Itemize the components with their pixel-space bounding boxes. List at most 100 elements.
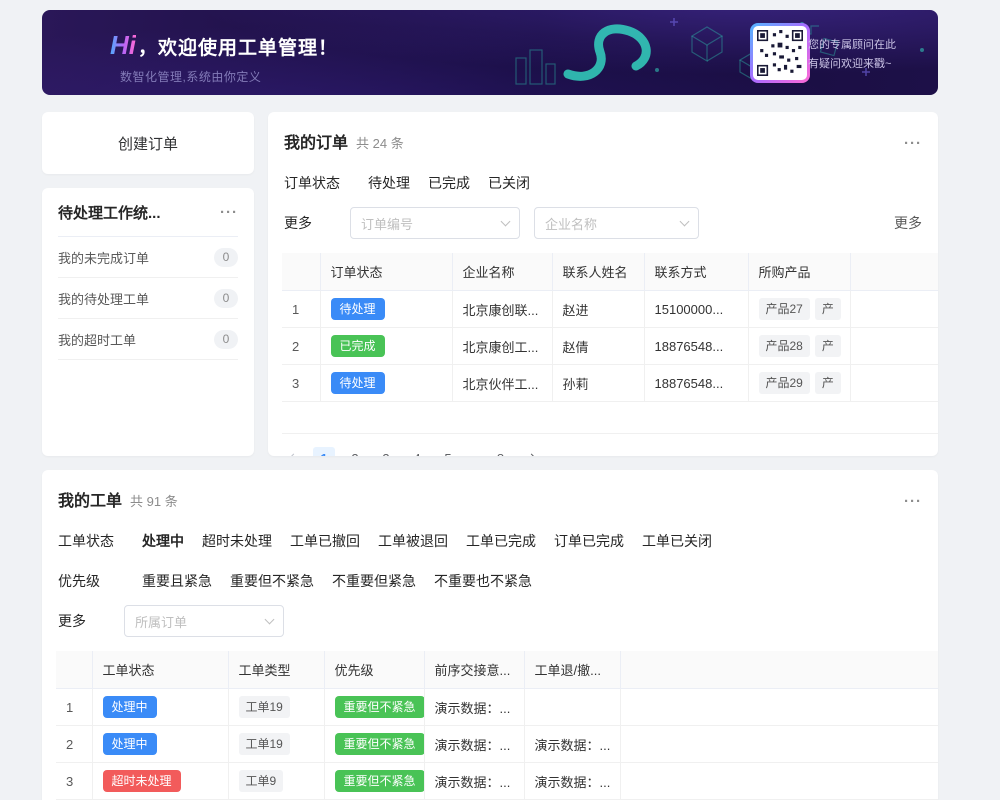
column-header: 企业名称 — [452, 253, 552, 291]
qr-caption: 您的专属顾问在此 有疑问欢迎来戳~ — [808, 36, 904, 73]
welcome-banner: Hi ，欢迎使用工单管理！ 数智化管理,系统由你定义 — [42, 10, 938, 95]
status-badge: 超时未处理 — [103, 770, 181, 792]
stats-item-overtime-tickets[interactable]: 我的超时工单 0 — [58, 319, 238, 360]
priority-option-important-urgent[interactable]: 重要且紧急 — [142, 571, 212, 591]
banner-text: Hi ，欢迎使用工单管理！ 数智化管理,系统由你定义 — [110, 30, 338, 85]
status-badge: 待处理 — [331, 298, 385, 320]
row-index: 1 — [282, 291, 320, 328]
tickets-total-count: 共 91 条 — [130, 491, 178, 510]
status-badge: 已完成 — [331, 335, 385, 357]
return-note-cell: 演示数据：... — [524, 726, 620, 763]
table-filler-row — [282, 402, 938, 434]
order-status-option-closed[interactable]: 已关闭 — [488, 173, 530, 193]
ticket-status-option-ticket-done[interactable]: 工单已完成 — [466, 531, 536, 551]
ticket-status-option-processing[interactable]: 处理中 — [142, 531, 184, 551]
order-row[interactable]: 3 待处理 北京伙伴工... 孙莉 18876548... 产品29产 — [282, 365, 938, 402]
banner-hi: Hi — [110, 30, 136, 61]
company-name-select[interactable]: 企业名称 — [534, 207, 699, 239]
ticket-status-filter-row: 工单状态 处理中 超时未处理 工单已撤回 工单被退回 工单已完成 订单已完成 工… — [58, 531, 922, 551]
tickets-panel-header: 我的工单 共 91 条 ··· — [42, 470, 938, 511]
orders-pagination: 1 2 3 4 5 ••• 8 — [282, 447, 938, 456]
priority-badge: 重要但不紧急 — [335, 770, 425, 792]
column-header: 工单状态 — [92, 651, 228, 689]
order-status-option-done[interactable]: 已完成 — [428, 173, 470, 193]
ticket-status-option-overtime[interactable]: 超时未处理 — [202, 531, 272, 551]
ticket-status-option-returned[interactable]: 工单被退回 — [378, 531, 448, 551]
page-button-5[interactable]: 5 — [437, 447, 459, 456]
page-button-3[interactable]: 3 — [375, 447, 397, 456]
company-cell: 北京伙伴工... — [452, 365, 552, 402]
more-link[interactable]: 更多 — [894, 213, 922, 233]
ticket-status-option-closed[interactable]: 工单已关闭 — [642, 531, 712, 551]
order-row[interactable]: 1 待处理 北京康创联... 赵进 15100000... 产品27产 — [282, 291, 938, 328]
row-index: 3 — [282, 365, 320, 402]
ticket-status-option-withdrawn[interactable]: 工单已撤回 — [290, 531, 360, 551]
column-header: 工单类型 — [228, 651, 324, 689]
phone-cell: 18876548... — [644, 365, 748, 402]
parent-order-select[interactable]: 所属订单 — [124, 605, 284, 637]
company-cell: 北京康创联... — [452, 291, 552, 328]
column-header-index — [56, 651, 92, 689]
count-badge: 0 — [214, 289, 238, 308]
priority-filter-row: 优先级 重要且紧急 重要但不紧急 不重要但紧急 不重要也不紧急 — [58, 571, 922, 591]
ticket-row[interactable]: 3 超时未处理 工单9 重要但不紧急 演示数据：... 演示数据：... — [56, 763, 938, 800]
page-button-4[interactable]: 4 — [406, 447, 428, 456]
column-header: 订单状态 — [320, 253, 452, 291]
column-header: 联系人姓名 — [552, 253, 644, 291]
more-icon[interactable]: ··· — [220, 205, 238, 220]
ticket-row[interactable]: 1 处理中 工单19 重要但不紧急 演示数据：... — [56, 689, 938, 726]
ticket-status-option-order-done[interactable]: 订单已完成 — [554, 531, 624, 551]
product-tag: 产品28 — [759, 335, 810, 357]
contact-cell: 赵进 — [552, 291, 644, 328]
column-header-extra — [620, 651, 938, 689]
order-status-option-pending[interactable]: 待处理 — [368, 173, 410, 193]
column-header: 联系方式 — [644, 253, 748, 291]
order-row[interactable]: 2 已完成 北京康创工... 赵倩 18876548... 产品28产 — [282, 328, 938, 365]
row-index: 2 — [56, 726, 92, 763]
stats-item-pending-tickets[interactable]: 我的待处理工单 0 — [58, 278, 238, 319]
qr-code-image — [753, 26, 807, 80]
order-id-placeholder: 订单编号 — [361, 214, 413, 233]
priority-option-not-important-not-urgent[interactable]: 不重要也不紧急 — [434, 571, 532, 591]
page-button-1[interactable]: 1 — [313, 447, 335, 456]
ticket-row[interactable]: 2 处理中 工单19 重要但不紧急 演示数据：... 演示数据：... — [56, 726, 938, 763]
products-cell: 产品28产 — [748, 328, 850, 365]
phone-cell: 15100000... — [644, 291, 748, 328]
more-icon[interactable]: ··· — [904, 494, 922, 509]
pagination-ellipsis-icon[interactable]: ••• — [468, 453, 480, 456]
stats-card-title: 待处理工作统... — [58, 202, 161, 223]
stats-item-unfinished-orders[interactable]: 我的未完成订单 0 — [58, 237, 238, 278]
more-icon[interactable]: ··· — [904, 136, 922, 151]
column-header: 优先级 — [324, 651, 424, 689]
prev-page-button[interactable] — [282, 447, 304, 456]
more-filters-label: 更多 — [284, 213, 350, 233]
column-header-extra — [850, 253, 938, 291]
orders-panel-header: 我的订单 共 24 条 ··· — [268, 112, 938, 153]
qr-code — [750, 23, 810, 83]
product-tag: 产品27 — [759, 298, 810, 320]
my-tickets-panel: 我的工单 共 91 条 ··· 工单状态 处理中 超时未处理 工单已撤回 工单被… — [42, 470, 938, 800]
tickets-more-filter-row: 更多 所属订单 — [58, 605, 922, 637]
qr-caption-line2: 有疑问欢迎来戳~ — [808, 55, 904, 74]
orders-table-header-row: 订单状态 企业名称 联系人姓名 联系方式 所购产品 — [282, 253, 938, 291]
order-status-filter-row: 订单状态 待处理 已完成 已关闭 — [284, 173, 922, 193]
stats-item-label: 我的待处理工单 — [58, 289, 149, 308]
chevron-right-icon — [527, 453, 537, 456]
chevron-down-icon — [680, 216, 690, 226]
priority-option-important-not-urgent[interactable]: 重要但不紧急 — [230, 571, 314, 591]
next-page-button[interactable] — [520, 447, 542, 456]
stats-card-header: 待处理工作统... ··· — [58, 188, 238, 237]
row-index: 1 — [56, 689, 92, 726]
page-button-2[interactable]: 2 — [344, 447, 366, 456]
banner-title: Hi ，欢迎使用工单管理！ — [110, 30, 338, 61]
priority-option-not-important-urgent[interactable]: 不重要但紧急 — [332, 571, 416, 591]
create-order-button[interactable]: 创建订单 — [42, 112, 254, 174]
product-tag: 产品29 — [759, 372, 810, 394]
products-cell: 产品29产 — [748, 365, 850, 402]
page-button-last[interactable]: 8 — [489, 447, 511, 456]
prev-note-cell: 演示数据：... — [424, 726, 524, 763]
banner-subtitle: 数智化管理,系统由你定义 — [120, 68, 338, 85]
order-id-select[interactable]: 订单编号 — [350, 207, 520, 239]
column-header: 所购产品 — [748, 253, 850, 291]
order-status-label: 订单状态 — [284, 173, 350, 193]
